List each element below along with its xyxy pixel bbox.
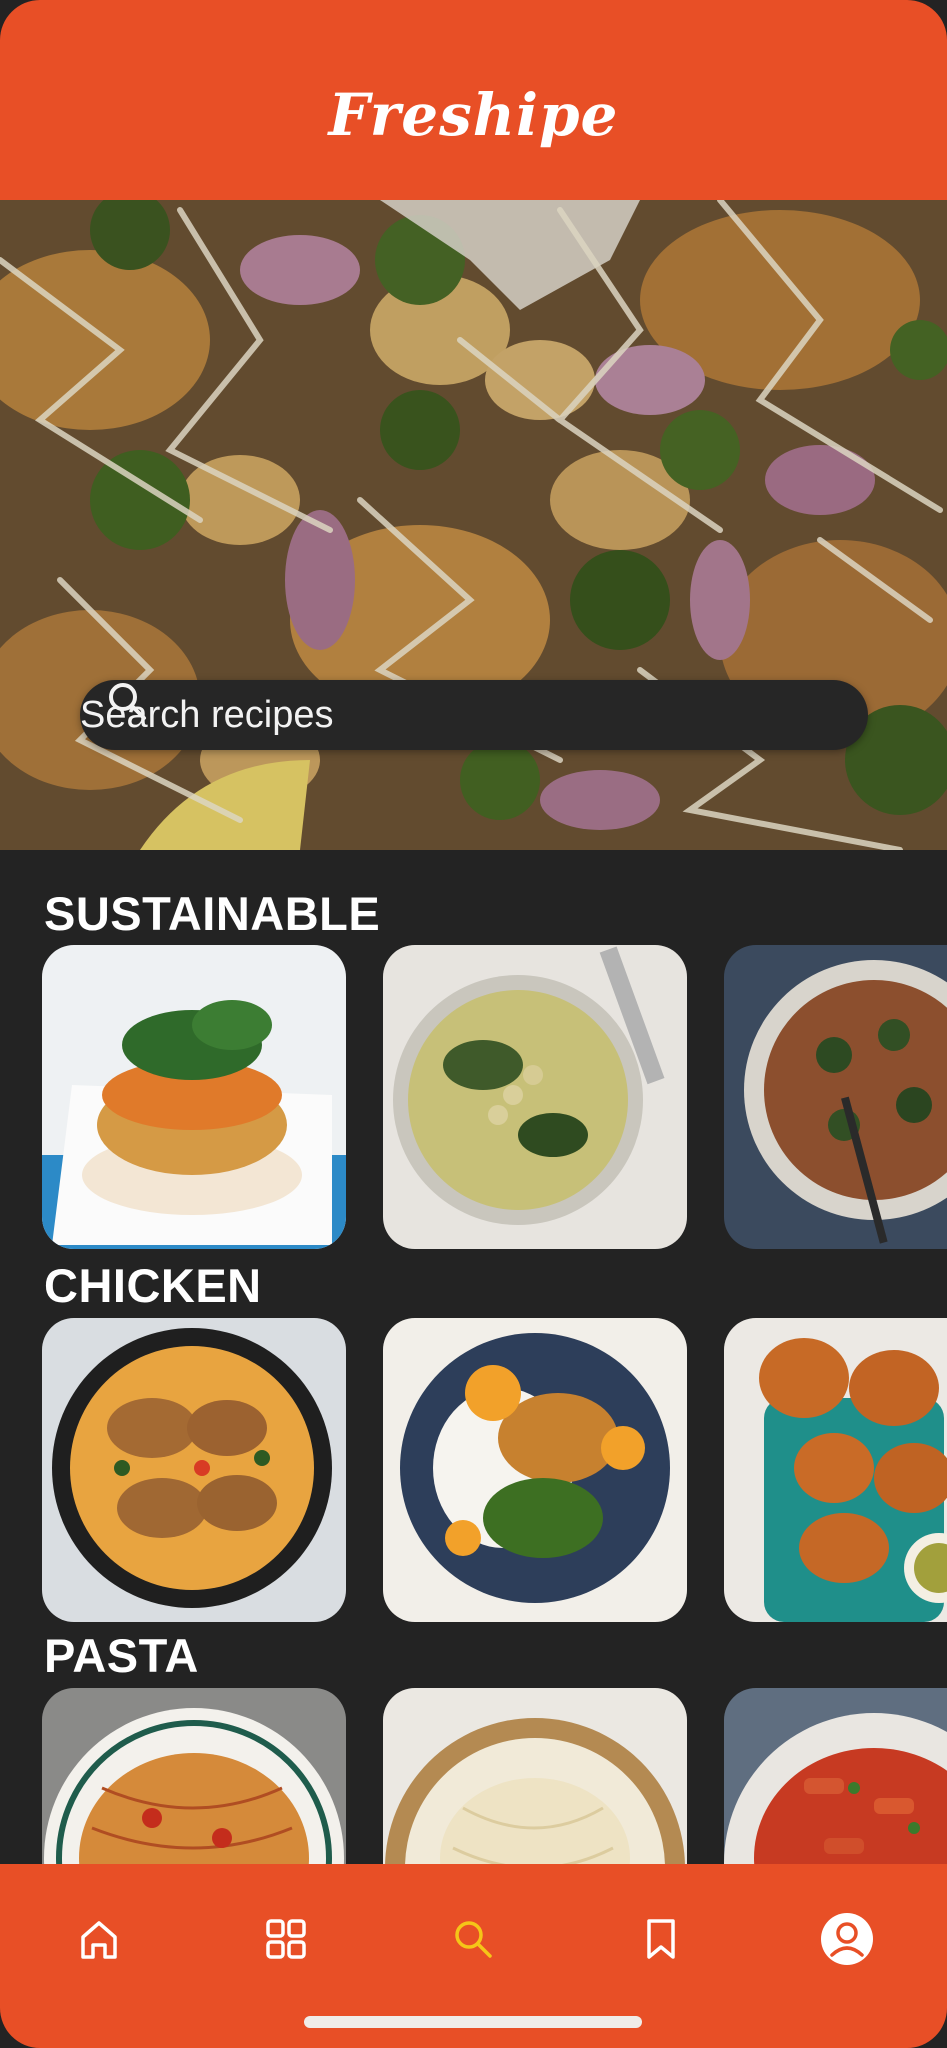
recipe-image: [42, 945, 346, 1249]
section-title-chicken: CHICKEN: [44, 1259, 262, 1312]
app-logo: Freshipe: [328, 81, 619, 149]
tab-home[interactable]: [64, 1904, 134, 1974]
recipe-image: [42, 1318, 346, 1622]
search-icon: [455, 1921, 492, 1958]
home-icon: [81, 1921, 117, 1959]
recipe-image: [383, 1318, 687, 1622]
recipe-image: [724, 1318, 947, 1622]
recipe-row-chicken: [0, 1318, 947, 1622]
recipe-card[interactable]: [724, 945, 947, 1249]
recipe-row-pasta: [0, 1688, 947, 1864]
recipe-image: [383, 945, 687, 1249]
recipe-image: [383, 1688, 687, 1864]
section-title-sustainable: SUSTAINABLE: [44, 887, 381, 940]
recipe-row-sustainable: [0, 945, 947, 1249]
section-title-pasta: PASTA: [44, 1629, 199, 1682]
app-header: Freshipe: [0, 0, 947, 200]
recipe-card[interactable]: [383, 945, 687, 1249]
search-icon: [109, 683, 146, 720]
bookmark-icon: [647, 1919, 675, 1959]
recipe-card[interactable]: [42, 945, 346, 1249]
hero-food-photo: [0, 200, 947, 850]
home-indicator: [304, 2016, 642, 2028]
recipe-image: [42, 1688, 346, 1864]
grid-icon: [266, 1919, 306, 1959]
recipe-card[interactable]: [724, 1318, 947, 1622]
recipe-card[interactable]: [383, 1318, 687, 1622]
tab-search[interactable]: [438, 1904, 508, 1974]
hero-image: Search recipes: [0, 200, 947, 850]
profile-icon: [821, 1913, 873, 1965]
app: Freshipe Search recipes SUSTAINABLE CHIC…: [0, 0, 947, 2048]
tab-profile[interactable]: [812, 1904, 882, 1974]
recipe-card[interactable]: [724, 1688, 947, 1864]
recipe-card[interactable]: [383, 1688, 687, 1864]
recipe-image: [724, 1688, 947, 1864]
recipe-card[interactable]: [42, 1688, 346, 1864]
recipe-image: [724, 945, 947, 1249]
recipe-card[interactable]: [42, 1318, 346, 1622]
tab-saved[interactable]: [626, 1904, 696, 1974]
search-bar[interactable]: Search recipes: [80, 680, 868, 750]
tab-categories[interactable]: [251, 1904, 321, 1974]
